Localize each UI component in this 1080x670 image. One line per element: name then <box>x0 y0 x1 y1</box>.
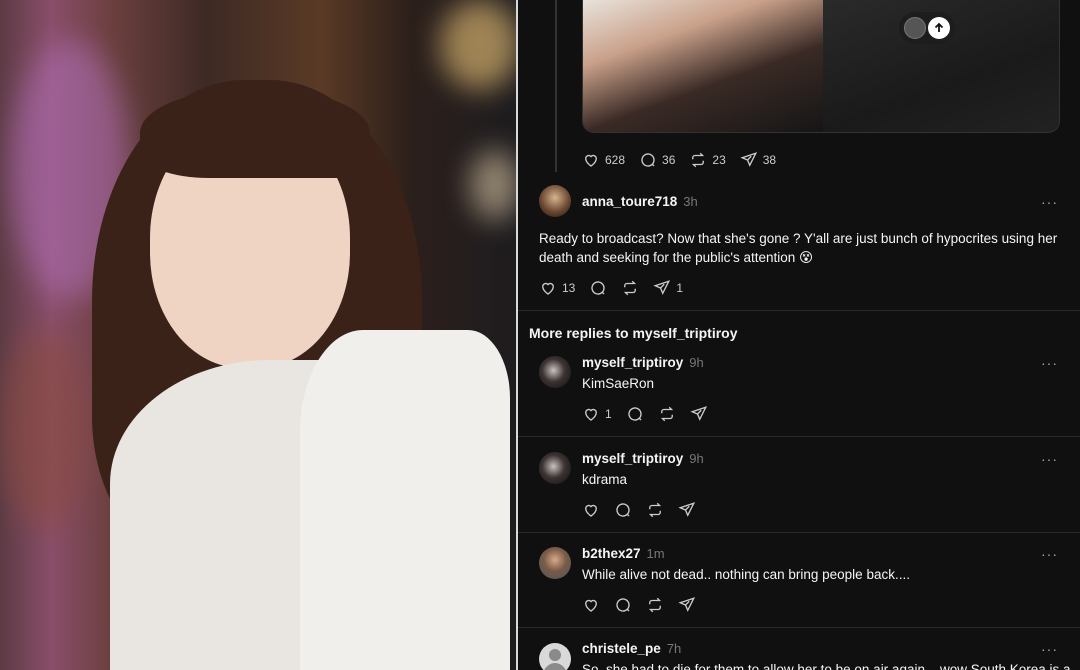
divider <box>518 627 1080 628</box>
share-icon <box>678 502 696 517</box>
divider <box>518 310 1080 311</box>
reply-button[interactable] <box>626 404 644 424</box>
reply-text: Ready to broadcast? Now that she's gone … <box>539 231 1058 265</box>
reply-post[interactable]: b2thex27 1m ··· While alive not dead.. no… <box>518 541 1080 627</box>
like-count: 1 <box>605 407 612 421</box>
heart-icon <box>585 599 597 612</box>
like-button[interactable] <box>582 595 600 615</box>
repost-icon <box>660 406 673 422</box>
repost-button[interactable] <box>658 404 676 424</box>
username[interactable]: christele_pe 7h <box>582 641 681 656</box>
repost-icon <box>648 502 662 518</box>
like-button[interactable]: 628 <box>582 150 625 170</box>
reply-text: While alive not dead.. nothing can bring… <box>582 567 910 582</box>
repost-icon <box>624 280 637 296</box>
like-button[interactable] <box>582 500 600 520</box>
more-icon[interactable]: ··· <box>1041 546 1058 562</box>
timestamp: 7h <box>666 641 682 656</box>
avatar[interactable] <box>539 643 571 670</box>
heart-icon <box>585 154 597 167</box>
reply-actions <box>582 595 710 615</box>
share-icon <box>653 280 671 295</box>
username[interactable]: myself_triptiroy 9h <box>582 451 704 466</box>
share-count: 38 <box>762 153 777 167</box>
reply-button[interactable] <box>614 595 632 615</box>
like-count: 628 <box>605 153 626 167</box>
timestamp: 1m <box>646 546 665 561</box>
divider <box>518 436 1080 437</box>
featured-photo <box>0 0 516 670</box>
mini-avatar <box>904 17 926 39</box>
divider <box>518 532 1080 533</box>
share-icon <box>678 597 696 612</box>
share-button[interactable]: 38 <box>740 150 776 170</box>
username[interactable]: anna_toure718 3h <box>582 194 698 209</box>
repost-button[interactable] <box>646 500 664 520</box>
thread-line <box>555 0 557 172</box>
reply-text: kdrama <box>582 472 628 487</box>
default-avatar-icon <box>544 649 566 670</box>
repost-count: 23 <box>712 153 726 167</box>
reply-count: 36 <box>662 153 676 167</box>
media-badge[interactable] <box>899 12 955 44</box>
share-button[interactable] <box>678 500 696 520</box>
comment-icon <box>591 281 606 295</box>
more-icon[interactable]: ··· <box>1041 355 1058 371</box>
reply-actions <box>582 500 710 520</box>
avatar[interactable] <box>539 356 571 388</box>
repost-button[interactable] <box>621 278 639 298</box>
username[interactable]: b2thex27 1m <box>582 546 665 561</box>
more-icon[interactable]: ··· <box>1041 641 1058 657</box>
post-media[interactable] <box>582 0 1060 133</box>
media-image-left[interactable] <box>583 0 823 132</box>
repost-icon <box>648 597 662 613</box>
timestamp: 9h <box>689 451 704 466</box>
share-button[interactable] <box>678 595 696 615</box>
share-icon <box>690 406 707 421</box>
comment-icon <box>616 598 630 612</box>
reply-post[interactable]: christele_pe 7h ··· So, she had to die fo… <box>518 637 1080 670</box>
reply-post[interactable]: myself_triptiroy 9h ··· kdrama <box>518 446 1080 532</box>
share-button[interactable]: 1 <box>653 278 683 298</box>
reply-button[interactable]: 36 <box>639 150 675 170</box>
avatar[interactable] <box>539 452 571 484</box>
reply-feed[interactable]: 628 36 23 38 anna_toure718 3h ··· Ready t… <box>518 0 1080 670</box>
comment-icon <box>628 407 642 421</box>
reply-text: So, she had to die for them to allow her… <box>582 662 1071 670</box>
repost-button[interactable]: 23 <box>689 150 726 170</box>
reply-post[interactable]: myself_triptiroy 9h ··· KimSaeRon 1 <box>518 350 1080 436</box>
heart-icon <box>585 504 597 517</box>
reply-post[interactable]: anna_toure718 3h ··· Ready to broadcast? … <box>518 184 1080 310</box>
share-button[interactable] <box>690 404 708 424</box>
more-icon[interactable]: ··· <box>1041 451 1058 467</box>
like-button[interactable]: 1 <box>582 404 612 424</box>
avatar[interactable] <box>539 185 571 217</box>
avatar[interactable] <box>539 547 571 579</box>
more-replies-header: More replies to myself_triptiroy <box>529 325 738 341</box>
post-actions: 628 36 23 38 <box>582 150 790 170</box>
arrow-up-icon[interactable] <box>928 17 950 39</box>
comment-icon <box>641 153 655 167</box>
repost-button[interactable] <box>646 595 664 615</box>
like-button[interactable]: 13 <box>539 278 575 298</box>
timestamp: 3h <box>683 194 698 209</box>
like-count: 13 <box>562 281 576 295</box>
reply-button[interactable] <box>614 500 632 520</box>
heart-icon <box>585 408 597 421</box>
reply-text: KimSaeRon <box>582 376 655 391</box>
reply-button[interactable] <box>589 278 607 298</box>
heart-icon <box>542 282 554 295</box>
share-icon <box>740 152 757 167</box>
more-icon[interactable]: ··· <box>1041 194 1058 210</box>
reply-actions: 13 1 <box>539 278 697 298</box>
timestamp: 9h <box>689 355 704 370</box>
username[interactable]: myself_triptiroy 9h <box>582 355 704 370</box>
repost-icon <box>692 152 705 168</box>
comment-icon <box>616 503 630 517</box>
reply-actions: 1 <box>582 404 722 424</box>
share-count: 1 <box>676 281 684 295</box>
